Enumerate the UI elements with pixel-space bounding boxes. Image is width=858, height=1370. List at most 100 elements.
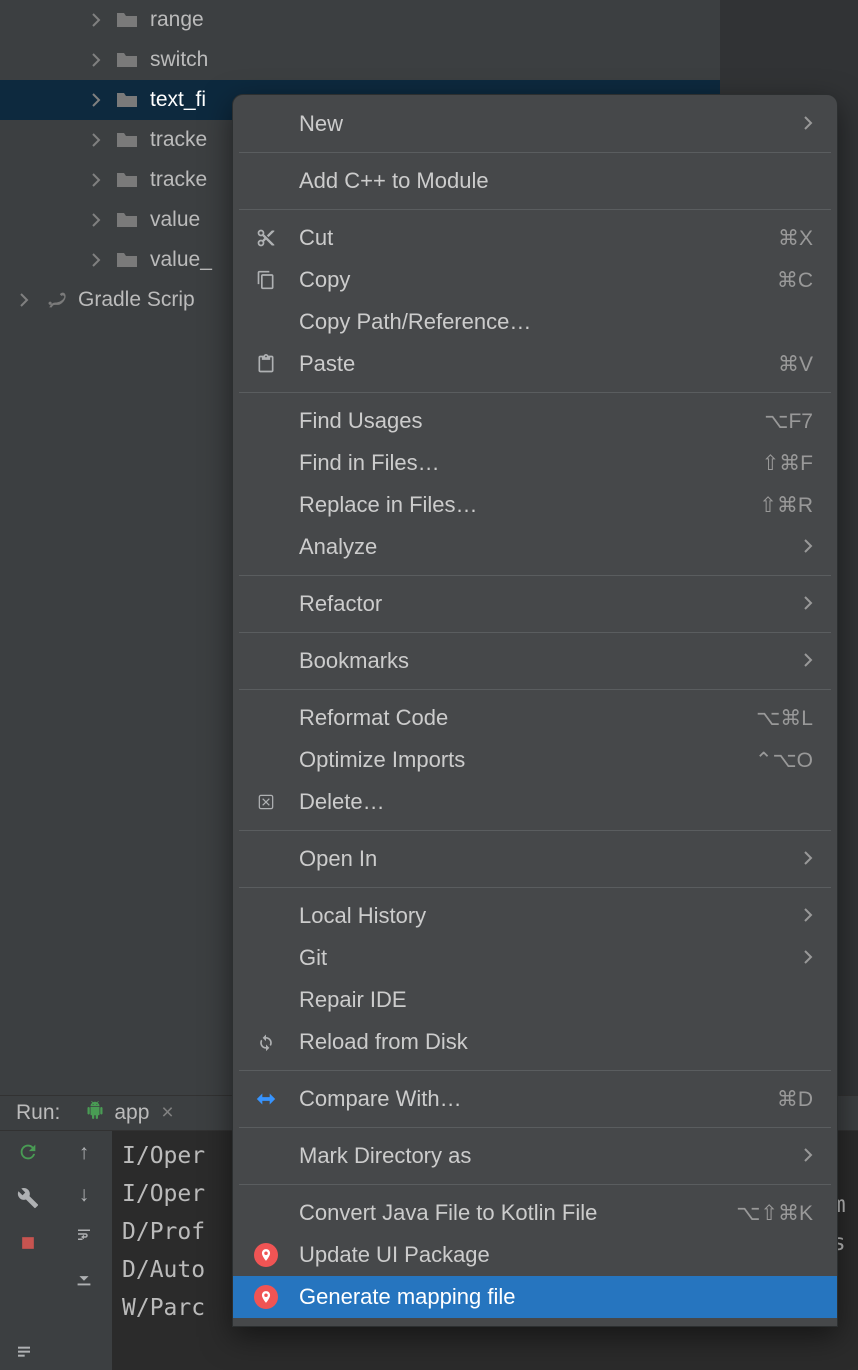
tree-item-switch[interactable]: switch: [0, 40, 720, 80]
chevron-right-icon: [803, 849, 813, 870]
up-arrow-icon[interactable]: ↑: [79, 1141, 90, 1165]
menu-item-analyze[interactable]: Analyze: [233, 526, 837, 568]
close-icon[interactable]: ×: [161, 1101, 173, 1125]
menu-item-new[interactable]: New: [233, 103, 837, 145]
chevron-right-icon[interactable]: [86, 173, 106, 187]
menu-item-open-in[interactable]: Open In: [233, 838, 837, 880]
menu-item-label: Bookmarks: [299, 648, 803, 674]
chevron-right-icon[interactable]: [86, 253, 106, 267]
chevron-right-icon: [803, 537, 813, 558]
menu-item-reload-from-disk[interactable]: Reload from Disk: [233, 1021, 837, 1063]
menu-item-find-in-files[interactable]: Find in Files…⇧⌘F: [233, 442, 837, 484]
chevron-right-icon[interactable]: [86, 53, 106, 67]
menu-item-label: Add C++ to Module: [299, 168, 813, 194]
menu-item-optimize-imports[interactable]: Optimize Imports⌃⌥O: [233, 739, 837, 781]
menu-item-generate-mapping-file[interactable]: Generate mapping file: [233, 1276, 837, 1318]
run-toolbar-left: [0, 1131, 56, 1370]
menu-separator: [239, 209, 831, 210]
chevron-right-icon[interactable]: [86, 213, 106, 227]
menu-shortcut: ⌘C: [777, 268, 813, 293]
menu-item-label: Replace in Files…: [299, 492, 759, 518]
folder-icon: [114, 129, 140, 151]
chevron-right-icon[interactable]: [86, 133, 106, 147]
menu-separator: [239, 1184, 831, 1185]
menu-shortcut: ⌘X: [778, 226, 813, 251]
menu-item-refactor[interactable]: Refactor: [233, 583, 837, 625]
menu-item-replace-in-files[interactable]: Replace in Files…⇧⌘R: [233, 484, 837, 526]
menu-item-label: Copy: [299, 267, 777, 293]
menu-item-convert-java-file-to-kotlin-file[interactable]: Convert Java File to Kotlin File⌥⇧⌘K: [233, 1192, 837, 1234]
menu-item-label: Reformat Code: [299, 705, 756, 731]
menu-item-label: Reload from Disk: [299, 1029, 813, 1055]
menu-item-copy[interactable]: Copy⌘C: [233, 259, 837, 301]
menu-separator: [239, 689, 831, 690]
menu-shortcut: ⇧⌘F: [762, 451, 813, 476]
menu-separator: [239, 887, 831, 888]
scroll-to-end-icon[interactable]: [73, 1267, 95, 1295]
menu-item-label: Delete…: [299, 789, 813, 815]
tree-item-label: range: [150, 8, 204, 32]
menu-item-label: Optimize Imports: [299, 747, 755, 773]
menu-item-label: Convert Java File to Kotlin File: [299, 1200, 736, 1226]
menu-item-repair-ide[interactable]: Repair IDE: [233, 979, 837, 1021]
folder-icon: [114, 249, 140, 271]
menu-shortcut: ⌘V: [778, 352, 813, 377]
tree-item-range[interactable]: range: [0, 0, 720, 40]
menu-item-label: Generate mapping file: [299, 1284, 813, 1310]
menu-shortcut: ⌥F7: [764, 409, 813, 434]
android-icon: [84, 1101, 106, 1125]
menu-item-label: Cut: [299, 225, 778, 251]
run-toolbar-left-2: ↑ ↓: [56, 1131, 112, 1370]
menu-item-label: Local History: [299, 903, 803, 929]
run-tab-app[interactable]: app ×: [84, 1101, 173, 1125]
reload-icon: [251, 1032, 281, 1052]
folder-icon: [114, 89, 140, 111]
chevron-right-icon: [803, 651, 813, 672]
run-label: Run:: [16, 1101, 60, 1125]
folder-icon: [114, 209, 140, 231]
menu-item-label: Compare With…: [299, 1086, 777, 1112]
menu-item-label: Repair IDE: [299, 987, 813, 1013]
chevron-right-icon[interactable]: [14, 293, 34, 307]
menu-item-local-history[interactable]: Local History: [233, 895, 837, 937]
copy-icon: [251, 270, 281, 290]
chevron-right-icon[interactable]: [86, 13, 106, 27]
menu-item-label: Analyze: [299, 534, 803, 560]
soft-wrap-icon[interactable]: [73, 1225, 95, 1249]
chevron-right-icon[interactable]: [86, 93, 106, 107]
status-bar-icon[interactable]: [8, 1342, 32, 1366]
menu-item-copy-path-reference[interactable]: Copy Path/Reference…: [233, 301, 837, 343]
menu-item-bookmarks[interactable]: Bookmarks: [233, 640, 837, 682]
menu-item-git[interactable]: Git: [233, 937, 837, 979]
menu-item-delete[interactable]: Delete…: [233, 781, 837, 823]
menu-item-cut[interactable]: Cut⌘X: [233, 217, 837, 259]
tree-item-label: text_fi: [150, 88, 206, 112]
tree-item-label: Gradle Scrip: [78, 288, 195, 312]
menu-item-reformat-code[interactable]: Reformat Code⌥⌘L: [233, 697, 837, 739]
menu-item-find-usages[interactable]: Find Usages⌥F7: [233, 400, 837, 442]
menu-item-update-ui-package[interactable]: Update UI Package: [233, 1234, 837, 1276]
down-arrow-icon[interactable]: ↓: [79, 1183, 90, 1207]
delete-icon: [251, 792, 281, 812]
rerun-icon[interactable]: [17, 1141, 39, 1169]
menu-item-label: Mark Directory as: [299, 1143, 803, 1169]
reddot-icon: [251, 1285, 281, 1309]
menu-separator: [239, 575, 831, 576]
menu-item-compare-with[interactable]: Compare With…⌘D: [233, 1078, 837, 1120]
context-menu: NewAdd C++ to ModuleCut⌘XCopy⌘CCopy Path…: [232, 94, 838, 1327]
menu-item-label: Find in Files…: [299, 450, 762, 476]
menu-item-label: Paste: [299, 351, 778, 377]
menu-item-label: Refactor: [299, 591, 803, 617]
stop-icon[interactable]: [18, 1233, 38, 1259]
folder-icon: [114, 169, 140, 191]
tree-item-label: value: [150, 208, 200, 232]
menu-item-paste[interactable]: Paste⌘V: [233, 343, 837, 385]
menu-item-add-c-to-module[interactable]: Add C++ to Module: [233, 160, 837, 202]
tree-item-label: value_: [150, 248, 212, 272]
chevron-right-icon: [803, 594, 813, 615]
chevron-right-icon: [803, 948, 813, 969]
folder-icon: [114, 49, 140, 71]
menu-item-mark-directory-as[interactable]: Mark Directory as: [233, 1135, 837, 1177]
wrench-icon[interactable]: [17, 1187, 39, 1215]
menu-separator: [239, 392, 831, 393]
